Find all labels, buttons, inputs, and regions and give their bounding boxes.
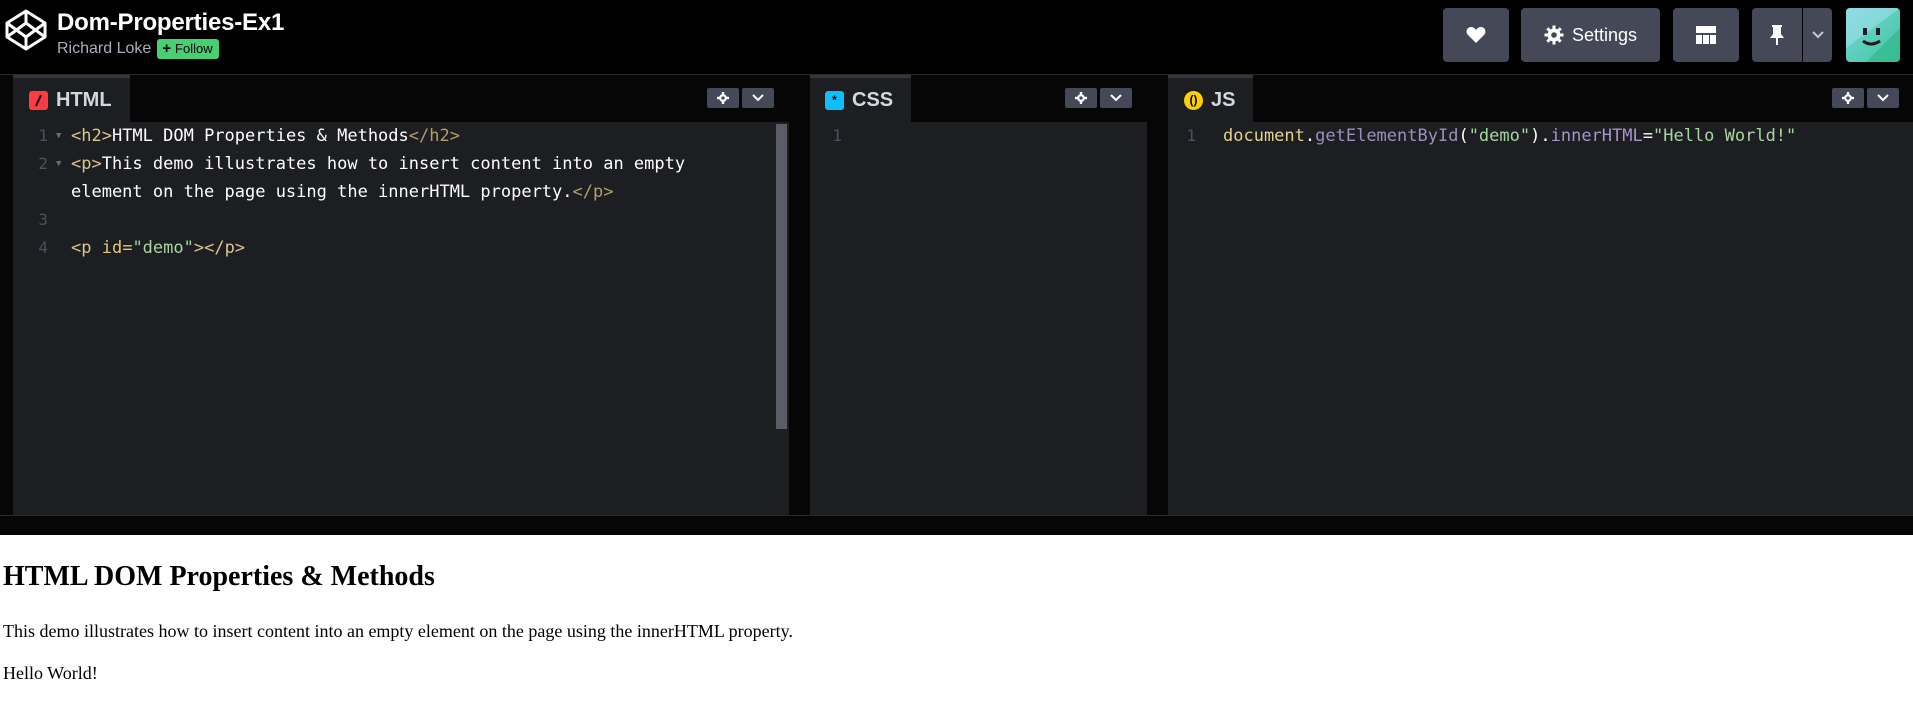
html-menu-button[interactable] bbox=[742, 88, 774, 108]
follow-button[interactable]: + Follow bbox=[157, 39, 219, 59]
html-editor: HTML 1 ▼ <h2>HTML DOM Properties & Metho… bbox=[13, 75, 789, 515]
chevron-down-icon bbox=[752, 94, 764, 102]
fold-icon[interactable]: ▼ bbox=[56, 150, 61, 178]
code-token: ( bbox=[1458, 126, 1469, 146]
code-line: 1 bbox=[810, 122, 1147, 150]
preview-demo-output: Hello World! bbox=[3, 663, 98, 683]
tab-html-label: HTML bbox=[56, 88, 112, 111]
html-settings-button[interactable] bbox=[707, 88, 739, 108]
code-token: = bbox=[1642, 126, 1653, 146]
gear-icon bbox=[1842, 92, 1854, 104]
line-number: 2 bbox=[38, 154, 48, 173]
gear-icon bbox=[1075, 92, 1087, 104]
code-token: "demo" bbox=[132, 238, 194, 258]
js-settings-button[interactable] bbox=[1832, 88, 1864, 108]
user-avatar[interactable] bbox=[1846, 8, 1900, 62]
line-number: 1 bbox=[832, 126, 842, 145]
css-settings-button[interactable] bbox=[1065, 88, 1097, 108]
layout-icon bbox=[1696, 26, 1716, 44]
love-button[interactable] bbox=[1443, 8, 1509, 62]
settings-button[interactable]: Settings bbox=[1521, 8, 1660, 62]
css-code-area[interactable]: 1 bbox=[810, 122, 1147, 515]
tab-css[interactable]: * CSS bbox=[810, 75, 912, 122]
tab-js-label: JS bbox=[1211, 88, 1236, 111]
change-view-button[interactable] bbox=[1673, 8, 1739, 62]
line-number: 4 bbox=[38, 238, 48, 257]
js-editor-header bbox=[1168, 75, 1913, 122]
line-number: 3 bbox=[38, 210, 48, 229]
js-code-area[interactable]: 1 document.getElementById("demo").innerH… bbox=[1168, 122, 1913, 515]
preview-paragraph: This demo illustrates how to insert cont… bbox=[3, 621, 793, 641]
pin-dropdown-button[interactable] bbox=[1803, 8, 1832, 62]
html-scrollbar[interactable] bbox=[776, 124, 787, 429]
line-number: 1 bbox=[1186, 126, 1196, 145]
tab-js[interactable]: () JS bbox=[1168, 75, 1254, 122]
heart-icon bbox=[1466, 27, 1486, 43]
code-token: document bbox=[1223, 126, 1305, 146]
code-token: innerHTML bbox=[1550, 126, 1643, 146]
chevron-down-icon bbox=[1877, 94, 1889, 102]
follow-label: Follow bbox=[175, 41, 213, 56]
avatar-image bbox=[1846, 8, 1900, 62]
settings-label: Settings bbox=[1571, 24, 1638, 45]
pin-button[interactable] bbox=[1752, 8, 1802, 62]
result-preview: HTML DOM Properties & Methods This demo … bbox=[0, 535, 1913, 721]
code-line: 2 ▼ <p>This demo illustrates how to inse… bbox=[13, 150, 789, 178]
chevron-down-icon bbox=[1811, 31, 1824, 39]
js-editor: () JS 1 document.getElementById("demo").… bbox=[1168, 75, 1913, 515]
gear-icon bbox=[1544, 25, 1564, 45]
html-slash-icon bbox=[29, 90, 48, 110]
css-editor: * CSS 1 bbox=[810, 75, 1147, 515]
code-line: 3 bbox=[13, 206, 789, 234]
code-token: <h2> bbox=[71, 126, 112, 146]
app-header: Dom-Properties-Ex1 Richard Loke + Follow… bbox=[0, 0, 1913, 75]
code-token: <p bbox=[71, 238, 102, 258]
html-code-area[interactable]: 1 ▼ <h2>HTML DOM Properties & Methods</h… bbox=[13, 122, 789, 515]
code-token: element on the page using the innerHTML … bbox=[71, 182, 573, 202]
code-token: This demo illustrates how to insert cont… bbox=[101, 154, 686, 174]
tab-css-label: CSS bbox=[852, 88, 894, 111]
gear-icon bbox=[717, 92, 729, 104]
code-token: . bbox=[1304, 126, 1316, 146]
preview-heading: HTML DOM Properties & Methods bbox=[3, 561, 435, 592]
code-token: </p> bbox=[572, 182, 614, 202]
code-token: id= bbox=[101, 238, 133, 258]
resize-handle[interactable] bbox=[0, 515, 1913, 535]
code-line: 1 document.getElementById("demo").innerH… bbox=[1168, 122, 1913, 150]
code-token: ></p> bbox=[193, 238, 246, 258]
tab-html[interactable]: HTML bbox=[13, 75, 130, 122]
author-link[interactable]: Richard Loke bbox=[57, 40, 151, 58]
fold-icon[interactable]: ▼ bbox=[56, 122, 61, 150]
css-asterisk-icon: * bbox=[825, 90, 844, 110]
line-number: 1 bbox=[38, 126, 48, 145]
code-token: <p> bbox=[71, 154, 102, 174]
pin-icon bbox=[1770, 25, 1784, 45]
code-token: </h2> bbox=[408, 126, 460, 146]
code-line: 4 <p id="demo"></p> bbox=[13, 234, 789, 262]
code-token: getElementById bbox=[1315, 126, 1459, 146]
js-braces-icon: () bbox=[1184, 90, 1203, 110]
code-line: 1 ▼ <h2>HTML DOM Properties & Methods</h… bbox=[13, 122, 789, 150]
css-menu-button[interactable] bbox=[1100, 88, 1132, 108]
pen-title[interactable]: Dom-Properties-Ex1 bbox=[57, 9, 284, 37]
code-token: "Hello World!" bbox=[1652, 126, 1797, 146]
code-token: ) bbox=[1530, 126, 1541, 146]
chevron-down-icon bbox=[1110, 94, 1122, 102]
code-token: . bbox=[1540, 126, 1551, 146]
editors-panel: HTML 1 ▼ <h2>HTML DOM Properties & Metho… bbox=[0, 75, 1913, 515]
js-menu-button[interactable] bbox=[1867, 88, 1899, 108]
plus-icon: + bbox=[162, 40, 172, 57]
codepen-logo-icon[interactable] bbox=[4, 8, 48, 52]
code-token: "demo" bbox=[1468, 126, 1531, 146]
code-token: HTML DOM Properties & Methods bbox=[111, 126, 409, 146]
code-line: element on the page using the innerHTML … bbox=[13, 178, 789, 206]
